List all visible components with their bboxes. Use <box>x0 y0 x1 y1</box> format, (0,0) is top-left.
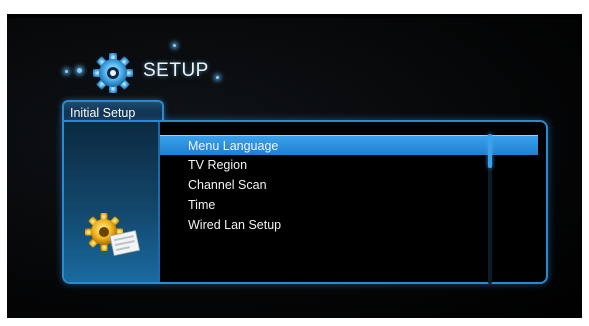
glow-dot <box>65 70 68 73</box>
menu-item-time[interactable]: Time <box>160 195 538 215</box>
top-band <box>7 14 582 18</box>
tab-initial-setup[interactable]: Initial Setup <box>62 100 164 122</box>
setup-menu-list: Menu Language TV Region Channel Scan Tim… <box>160 135 538 235</box>
setup-header: SETUP <box>65 44 275 100</box>
menu-item-menu-language[interactable]: Menu Language <box>160 135 538 155</box>
menu-item-tv-region[interactable]: TV Region <box>160 155 538 175</box>
page-title: SETUP <box>143 60 209 81</box>
glow-dot <box>173 44 176 47</box>
scroll-thumb[interactable] <box>488 134 492 168</box>
menu-scrollbar[interactable] <box>488 134 492 284</box>
menu-item-channel-scan[interactable]: Channel Scan <box>160 175 538 195</box>
gear-icon <box>93 53 133 93</box>
category-pane <box>64 122 160 282</box>
glow-dot <box>216 76 219 79</box>
menu-item-wired-lan-setup[interactable]: Wired Lan Setup <box>160 215 538 235</box>
tv-screen: SETUP Initial Setup Menu Language TV Reg… <box>7 14 582 318</box>
setup-illustration-icon <box>85 213 141 257</box>
glow-dot <box>77 68 82 73</box>
setup-panel: Menu Language TV Region Channel Scan Tim… <box>62 120 548 284</box>
